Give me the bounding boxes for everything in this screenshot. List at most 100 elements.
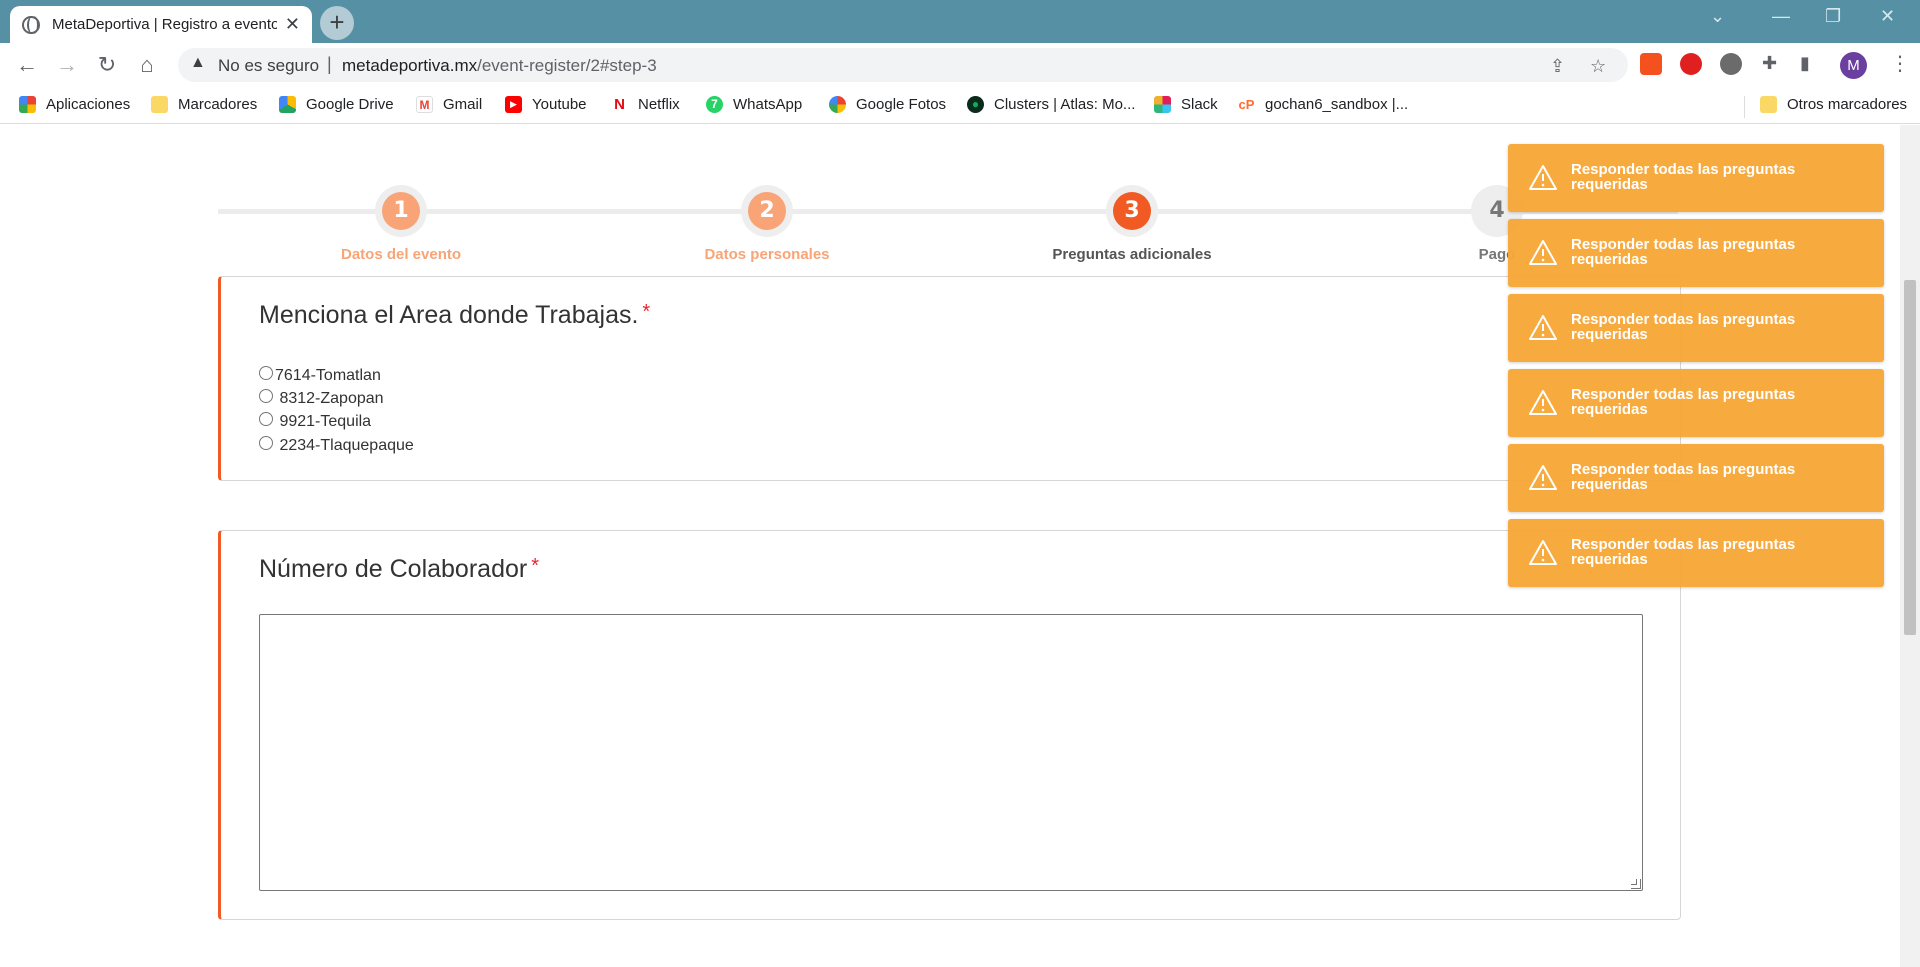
- radio-button[interactable]: [259, 366, 273, 380]
- browser-tab[interactable]: MetaDeportiva | Registro a evento ✕: [10, 6, 312, 43]
- radio-option[interactable]: 2234-Tlaquepaque: [259, 436, 414, 455]
- url-separator: |: [327, 54, 332, 74]
- bookmark-label: Clusters | Atlas: Mo...: [994, 96, 1136, 113]
- bookmark-label: Aplicaciones: [46, 96, 131, 113]
- radio-option[interactable]: 9921-Tequila: [259, 412, 372, 431]
- question-card-collaborator: Número de Colaborador *: [218, 530, 1681, 920]
- bookmark-label: Marcadores: [178, 96, 258, 113]
- new-tab-button[interactable]: +: [320, 6, 354, 40]
- radio-button[interactable]: [259, 436, 273, 450]
- toast-warning[interactable]: Responder todas las preguntas requeridas: [1508, 144, 1884, 212]
- bookmark-item[interactable]: cP gochan6_sandbox |...: [1238, 96, 1408, 113]
- bookmark-item[interactable]: 7 WhatsApp: [706, 96, 802, 113]
- gmail-icon: M: [416, 96, 433, 113]
- question-title: Menciona el Area donde Trabajas. *: [259, 301, 650, 330]
- share-icon[interactable]: ⇪: [1550, 56, 1565, 77]
- radio-button[interactable]: [259, 412, 273, 426]
- folder-icon: [1760, 96, 1777, 113]
- other-bookmarks[interactable]: Otros marcadores: [1760, 96, 1907, 113]
- warning-triangle-icon: [1529, 165, 1557, 190]
- google-drive-icon: [279, 96, 296, 113]
- bookmark-item[interactable]: Aplicaciones: [19, 96, 130, 113]
- back-icon[interactable]: ←: [13, 51, 41, 79]
- folder-icon: [151, 96, 168, 113]
- resize-grip-icon[interactable]: [1631, 879, 1643, 891]
- bookmark-label: Netflix: [638, 96, 680, 113]
- tab-search-icon[interactable]: ⌄: [1710, 6, 1725, 27]
- url-path: /event-register/2#step-3: [477, 56, 657, 75]
- question-title-text: Menciona el Area donde Trabajas.: [259, 301, 639, 329]
- radio-label: 7614-Tomatlan: [275, 367, 381, 384]
- forward-icon[interactable]: →: [53, 51, 81, 79]
- step-label: Preguntas adicionales: [1052, 246, 1212, 263]
- toast-warning[interactable]: Responder todas las preguntas requeridas: [1508, 219, 1884, 287]
- toast-message: Responder todas las preguntas requeridas: [1571, 236, 1796, 268]
- bookmark-label: Slack: [1181, 96, 1218, 113]
- step-circle: 3: [1106, 185, 1158, 237]
- step-circle: 1: [375, 185, 427, 237]
- bookmark-label: Google Drive: [306, 96, 394, 113]
- url-text[interactable]: metadeportiva.mx/event-register/2#step-3: [342, 56, 657, 76]
- bookmark-item[interactable]: Slack: [1154, 96, 1218, 113]
- warning-triangle-icon: [1529, 240, 1557, 265]
- collaborator-number-textarea[interactable]: [259, 614, 1643, 891]
- extensions-puzzle-icon[interactable]: ✚: [1762, 53, 1777, 74]
- radio-label: 9921-Tequila: [275, 413, 372, 430]
- bookmark-item[interactable]: M Gmail: [416, 96, 482, 113]
- profile-avatar[interactable]: M: [1840, 52, 1867, 79]
- radio-button[interactable]: [259, 389, 273, 403]
- bookmark-label: Gmail: [443, 96, 483, 113]
- bookmark-item[interactable]: Google Drive: [279, 96, 394, 113]
- step-number: 1: [382, 192, 420, 230]
- step-1[interactable]: 1 Datos del evento: [291, 185, 511, 263]
- home-icon[interactable]: ⌂: [133, 51, 161, 79]
- reload-icon[interactable]: ↻: [93, 51, 121, 79]
- bookmark-label: Otros marcadores: [1787, 96, 1908, 113]
- bookmark-item[interactable]: Marcadores: [151, 96, 257, 113]
- restore-icon[interactable]: ❐: [1825, 6, 1841, 27]
- question-card-area: Menciona el Area donde Trabajas. * 7614-T…: [218, 276, 1681, 481]
- not-secure-warning-icon: ▲: [190, 54, 206, 71]
- radio-option[interactable]: 8312-Zapopan: [259, 389, 384, 408]
- toast-message: Responder todas las preguntas requeridas: [1571, 536, 1796, 568]
- extension-percent-icon[interactable]: [1640, 53, 1662, 75]
- browser-menu-icon[interactable]: ⋮: [1890, 51, 1910, 76]
- radio-option[interactable]: 7614-Tomatlan: [259, 366, 381, 385]
- google-photos-icon: [829, 96, 846, 113]
- side-panel-icon[interactable]: ▮: [1800, 53, 1810, 74]
- step-3[interactable]: 3 Preguntas adicionales: [1022, 185, 1242, 263]
- step-label: Datos del evento: [340, 246, 462, 263]
- toast-warning[interactable]: Responder todas las preguntas requeridas: [1508, 444, 1884, 512]
- close-window-icon[interactable]: ✕: [1880, 6, 1895, 27]
- scrollbar-thumb[interactable]: [1904, 280, 1916, 635]
- toast-warning[interactable]: Responder todas las preguntas requeridas: [1508, 519, 1884, 587]
- radio-label: 8312-Zapopan: [275, 390, 384, 407]
- bookmark-label: WhatsApp: [733, 96, 803, 113]
- toast-warning[interactable]: Responder todas las preguntas requeridas: [1508, 294, 1884, 362]
- toast-warning[interactable]: Responder todas las preguntas requeridas: [1508, 369, 1884, 437]
- bookmark-item[interactable]: Google Fotos: [829, 96, 946, 113]
- step-circle: 2: [741, 185, 793, 237]
- bookmark-label: gochan6_sandbox |...: [1265, 96, 1409, 113]
- address-bar[interactable]: ▲ No es seguro | metadeportiva.mx/event-…: [178, 48, 1628, 82]
- bookmark-star-icon[interactable]: ☆: [1590, 56, 1606, 77]
- step-label: Datos personales: [704, 246, 830, 263]
- radio-label: 2234-Tlaquepaque: [275, 437, 414, 454]
- bookmark-item[interactable]: ● Clusters | Atlas: Mo...: [967, 96, 1135, 113]
- step-2[interactable]: 2 Datos personales: [657, 185, 877, 263]
- bookmarks-divider: [1744, 96, 1745, 118]
- toast-message: Responder todas las preguntas requeridas: [1571, 161, 1796, 193]
- toast-message: Responder todas las preguntas requeridas: [1571, 386, 1796, 418]
- bookmark-item[interactable]: N Netflix: [611, 96, 680, 113]
- bookmark-label: Youtube: [532, 96, 587, 113]
- warning-triangle-icon: [1529, 315, 1557, 340]
- step-number: 2: [748, 192, 786, 230]
- extension-opera-icon[interactable]: [1680, 53, 1702, 75]
- close-tab-icon[interactable]: ✕: [285, 14, 300, 35]
- browser-toolbar: ← → ↻ ⌂ ▲ No es seguro | metadeportiva.m…: [0, 43, 1920, 88]
- extension-gear-icon[interactable]: [1720, 53, 1742, 75]
- bookmark-item[interactable]: ▶ Youtube: [505, 96, 587, 113]
- toast-message: Responder todas las preguntas requeridas: [1571, 311, 1796, 343]
- toast-message: Responder todas las preguntas requeridas: [1571, 461, 1796, 493]
- minimize-icon[interactable]: —: [1772, 6, 1790, 27]
